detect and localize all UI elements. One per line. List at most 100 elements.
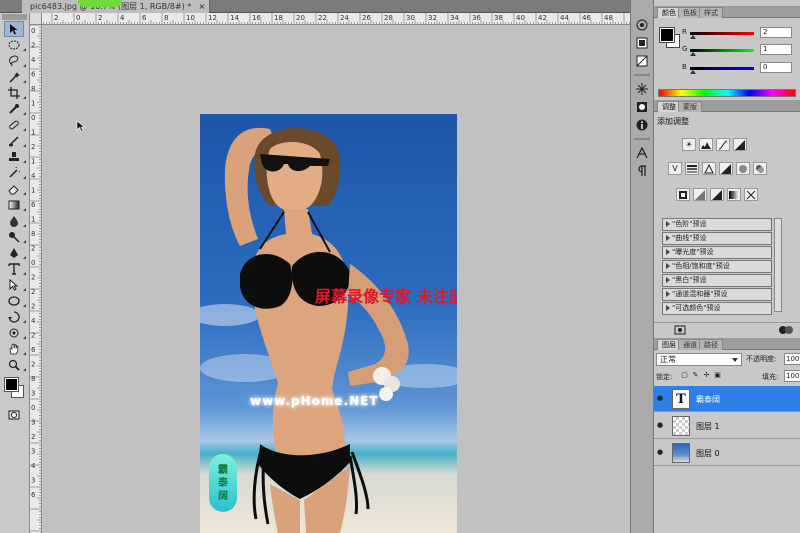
preset-black-white[interactable]: "黑白"预设 bbox=[662, 274, 772, 287]
tab-styles[interactable]: 样式 bbox=[699, 7, 723, 18]
brightness-icon[interactable]: ☀ bbox=[682, 138, 696, 151]
crop-tool-icon[interactable] bbox=[5, 86, 26, 100]
tools-panel-grip[interactable] bbox=[2, 14, 27, 20]
preset-hue-saturation[interactable]: "色相/饱和度"预设 bbox=[662, 260, 772, 273]
type-tool-icon[interactable] bbox=[5, 262, 26, 276]
opacity-field[interactable]: 100% bbox=[784, 353, 800, 365]
ruler-origin[interactable] bbox=[30, 13, 42, 25]
ruler-label: 2 bbox=[31, 303, 35, 311]
foreground-color-swatch[interactable] bbox=[659, 27, 675, 43]
lock-all-icon[interactable]: ▣ bbox=[713, 371, 722, 380]
styles-icon[interactable] bbox=[634, 54, 650, 68]
vertical-ruler[interactable]: 024681012141618202224262830323436 bbox=[30, 25, 42, 533]
dodge-tool-icon[interactable] bbox=[5, 230, 26, 244]
visibility-eye-icon[interactable]: ● bbox=[657, 394, 665, 402]
red-value-field[interactable]: 2 bbox=[760, 27, 792, 38]
move-tool-icon[interactable] bbox=[4, 21, 24, 37]
document-image[interactable]: 屏幕录像专家 未注册 www.pHome.NET 霸 泰 阔 bbox=[200, 114, 457, 533]
preset-curves[interactable]: "曲线"预设 bbox=[662, 232, 772, 245]
panel-options-icon[interactable] bbox=[778, 325, 794, 335]
ruler-label: 0 bbox=[31, 404, 35, 412]
lock-transparency-icon[interactable]: ▢ bbox=[680, 371, 689, 380]
layer-name[interactable]: 霸泰阔 bbox=[696, 394, 720, 405]
blur-tool-icon[interactable] bbox=[5, 214, 26, 228]
shape-tool-icon[interactable] bbox=[5, 294, 26, 308]
layer-row[interactable]: ● 图层 0 bbox=[654, 440, 800, 466]
visibility-eye-icon[interactable]: ● bbox=[657, 421, 665, 429]
red-gradient-bar[interactable] bbox=[690, 32, 754, 35]
layer-name[interactable]: 图层 1 bbox=[696, 421, 720, 432]
swatches-icon[interactable] bbox=[634, 36, 650, 50]
selective-color-icon[interactable] bbox=[744, 188, 758, 201]
healing-tool-icon[interactable] bbox=[5, 118, 26, 132]
color-panel-icon[interactable] bbox=[634, 18, 650, 32]
foreground-color-swatch[interactable] bbox=[4, 377, 19, 392]
color-spectrum-bar[interactable] bbox=[658, 89, 796, 97]
slider-knob[interactable] bbox=[690, 52, 696, 56]
slider-green[interactable]: G 1 bbox=[682, 44, 800, 58]
hue-saturation-icon[interactable] bbox=[685, 162, 699, 175]
threshold-icon[interactable] bbox=[710, 188, 724, 201]
blue-gradient-bar[interactable] bbox=[690, 67, 754, 70]
color-balance-icon[interactable] bbox=[702, 162, 716, 175]
presets-scrollbar[interactable] bbox=[774, 218, 782, 312]
posterize-icon[interactable] bbox=[693, 188, 707, 201]
layer-row[interactable]: ● T 霸泰阔 bbox=[654, 386, 800, 412]
canvas-area[interactable]: 屏幕录像专家 未注册 www.pHome.NET 霸 泰 阔 bbox=[43, 26, 630, 533]
close-icon[interactable]: × bbox=[199, 0, 206, 13]
hand-tool-icon[interactable] bbox=[5, 342, 26, 356]
preset-selective-color[interactable]: "可选颜色"预设 bbox=[662, 302, 772, 315]
blue-value-field[interactable]: 0 bbox=[760, 62, 792, 73]
green-gradient-bar[interactable] bbox=[690, 49, 754, 52]
paragraph-icon[interactable] bbox=[634, 164, 650, 178]
slider-blue[interactable]: B 0 bbox=[682, 62, 800, 76]
3d-camera-tool-icon[interactable] bbox=[5, 326, 26, 340]
clip-icon[interactable] bbox=[674, 325, 686, 335]
slider-red[interactable]: R 2 bbox=[682, 27, 800, 41]
eraser-tool-icon[interactable] bbox=[5, 182, 26, 196]
gradient-map-icon[interactable] bbox=[727, 188, 741, 201]
slider-knob[interactable] bbox=[690, 70, 696, 74]
marquee-tool-icon[interactable] bbox=[5, 38, 26, 52]
preset-levels[interactable]: "色阶"预设 bbox=[662, 218, 772, 231]
zoom-tool-icon[interactable] bbox=[5, 358, 26, 372]
3d-rotate-tool-icon[interactable] bbox=[5, 310, 26, 324]
lock-pixels-icon[interactable]: ✎ bbox=[691, 371, 700, 380]
magic-wand-tool-icon[interactable] bbox=[5, 70, 26, 84]
history-brush-tool-icon[interactable] bbox=[5, 166, 26, 180]
color-swatches[interactable] bbox=[4, 377, 25, 402]
curves-icon[interactable] bbox=[716, 138, 730, 151]
photo-filter-icon[interactable] bbox=[736, 162, 750, 175]
eyedropper-tool-icon[interactable] bbox=[5, 102, 26, 116]
brush-tool-icon[interactable] bbox=[5, 134, 26, 148]
tab-masks[interactable]: 蒙版 bbox=[678, 101, 702, 112]
masks-icon[interactable] bbox=[634, 100, 650, 114]
exposure-icon[interactable] bbox=[733, 138, 747, 151]
horizontal-ruler[interactable]: 4202468101214161820222426283032343638404… bbox=[30, 13, 630, 25]
path-selection-tool-icon[interactable] bbox=[5, 278, 26, 292]
blend-mode-select[interactable]: 正常 bbox=[656, 353, 742, 366]
gradient-tool-icon[interactable] bbox=[5, 198, 26, 212]
slider-knob[interactable] bbox=[690, 35, 696, 39]
lock-position-icon[interactable]: ✛ bbox=[702, 371, 711, 380]
preset-channel-mixer[interactable]: "通道混和器"预设 bbox=[662, 288, 772, 301]
pen-tool-icon[interactable] bbox=[5, 246, 26, 260]
layer-row[interactable]: ● 图层 1 bbox=[654, 413, 800, 439]
vibrance-icon[interactable]: V bbox=[668, 162, 682, 175]
green-value-field[interactable]: 1 bbox=[760, 44, 792, 55]
black-white-icon[interactable] bbox=[719, 162, 733, 175]
channel-mixer-icon[interactable] bbox=[753, 162, 767, 175]
preset-exposure[interactable]: "曝光度"预设 bbox=[662, 246, 772, 259]
layer-name[interactable]: 图层 0 bbox=[696, 448, 720, 459]
lasso-tool-icon[interactable] bbox=[5, 54, 26, 68]
visibility-eye-icon[interactable]: ● bbox=[657, 448, 665, 456]
fill-field[interactable]: 100% bbox=[784, 370, 800, 382]
character-icon[interactable] bbox=[634, 146, 650, 160]
info-icon[interactable] bbox=[634, 118, 650, 132]
adjustments-icon[interactable] bbox=[634, 82, 650, 96]
quick-mask-icon[interactable] bbox=[5, 408, 23, 422]
tab-paths[interactable]: 路径 bbox=[699, 339, 723, 350]
invert-icon[interactable] bbox=[676, 188, 690, 201]
levels-icon[interactable] bbox=[699, 138, 713, 151]
clone-stamp-tool-icon[interactable] bbox=[5, 150, 26, 164]
